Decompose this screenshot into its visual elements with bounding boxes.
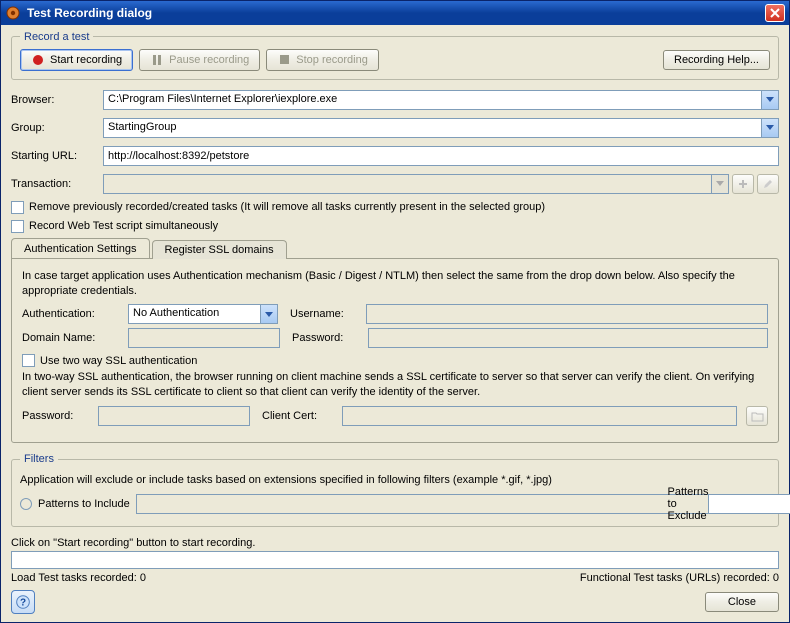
titlebar: Test Recording dialog: [1, 1, 789, 25]
password-input[interactable]: [368, 328, 768, 348]
authentication-label: Authentication:: [22, 308, 122, 320]
password-label: Password:: [292, 332, 362, 344]
remove-tasks-checkbox[interactable]: [11, 201, 24, 214]
folder-icon: [751, 411, 764, 422]
browser-combo[interactable]: C:\Program Files\Internet Explorer\iexpl…: [103, 90, 779, 110]
client-cert-browse-button[interactable]: [746, 406, 768, 426]
username-label: Username:: [290, 308, 360, 320]
stop-icon: [277, 53, 291, 67]
patterns-exclude-label: Patterns to Exclude: [668, 486, 709, 522]
record-web-test-checkbox[interactable]: [11, 220, 24, 233]
ssl-password-input[interactable]: [98, 406, 250, 426]
transaction-edit-button[interactable]: [757, 174, 779, 194]
starting-url-label: Starting URL:: [11, 150, 103, 162]
stop-recording-button[interactable]: Stop recording: [266, 49, 379, 71]
pause-recording-label: Pause recording: [169, 54, 249, 66]
group-label: Group:: [11, 122, 103, 134]
group-combo[interactable]: StartingGroup: [103, 118, 779, 138]
auth-intro: In case target application uses Authenti…: [22, 269, 768, 299]
browser-value: C:\Program Files\Internet Explorer\iexpl…: [104, 91, 761, 109]
tab-register-ssl-domains[interactable]: Register SSL domains: [152, 240, 287, 259]
chevron-down-icon: [265, 312, 273, 317]
transaction-label: Transaction:: [11, 178, 103, 190]
tab-auth-label: Authentication Settings: [24, 243, 137, 255]
plus-icon: [737, 178, 749, 190]
username-input[interactable]: [366, 304, 768, 324]
transaction-dropdown-button[interactable]: [711, 175, 728, 193]
two-way-ssl-description: In two-way SSL authentication, the brows…: [22, 370, 768, 400]
status-hint: Click on "Start recording" button to sta…: [11, 537, 779, 549]
help-icon: ?: [16, 595, 30, 609]
client-cert-label: Client Cert:: [262, 410, 336, 422]
record-a-test-group: Record a test Start recording Pause reco…: [11, 31, 779, 80]
record-legend: Record a test: [20, 31, 93, 43]
window-title: Test Recording dialog: [27, 6, 765, 20]
filters-legend: Filters: [20, 453, 58, 465]
record-icon: [31, 53, 45, 67]
app-icon: [5, 5, 21, 21]
patterns-include-radio[interactable]: [20, 498, 32, 510]
domain-name-input[interactable]: [128, 328, 280, 348]
chevron-down-icon: [716, 181, 724, 186]
authentication-value: No Authentication: [129, 305, 260, 323]
browser-dropdown-button[interactable]: [761, 91, 778, 109]
transaction-combo[interactable]: [103, 174, 729, 194]
filters-description: Application will exclude or include task…: [20, 473, 770, 488]
two-way-ssl-checkbox[interactable]: [22, 354, 35, 367]
transaction-add-button[interactable]: [732, 174, 754, 194]
patterns-include-input[interactable]: [136, 494, 734, 514]
functional-test-stats: Functional Test tasks (URLs) recorded: 0: [580, 572, 779, 584]
chevron-down-icon: [766, 97, 774, 102]
progress-bar: [11, 551, 779, 569]
close-button[interactable]: Close: [705, 592, 779, 612]
stop-recording-label: Stop recording: [296, 54, 368, 66]
start-recording-label: Start recording: [50, 54, 122, 66]
svg-text:?: ?: [20, 598, 26, 609]
domain-name-label: Domain Name:: [22, 332, 122, 344]
authentication-panel: In case target application uses Authenti…: [11, 258, 779, 443]
recording-help-button[interactable]: Recording Help...: [663, 50, 770, 70]
remove-tasks-label: Remove previously recorded/created tasks…: [29, 201, 545, 213]
close-label: Close: [728, 596, 756, 608]
ssl-password-label: Password:: [22, 410, 92, 422]
chevron-down-icon: [766, 125, 774, 130]
start-recording-button[interactable]: Start recording: [20, 49, 133, 71]
authentication-combo[interactable]: No Authentication: [128, 304, 278, 324]
tabs: Authentication Settings Register SSL dom…: [11, 238, 779, 258]
dialog-window: Test Recording dialog Record a test Star…: [0, 0, 790, 623]
group-value: StartingGroup: [104, 119, 761, 137]
starting-url-input[interactable]: [103, 146, 779, 166]
window-close-button[interactable]: [765, 4, 785, 22]
help-button[interactable]: ?: [11, 590, 35, 614]
browser-label: Browser:: [11, 94, 103, 106]
tab-ssl-label: Register SSL domains: [165, 244, 274, 256]
load-test-stats: Load Test tasks recorded: 0: [11, 572, 146, 584]
client-cert-input[interactable]: [342, 406, 737, 426]
recording-help-label: Recording Help...: [674, 54, 759, 66]
pause-icon: [150, 53, 164, 67]
transaction-value: [104, 175, 711, 193]
patterns-include-label: Patterns to Include: [38, 498, 130, 510]
group-dropdown-button[interactable]: [761, 119, 778, 137]
pause-recording-button[interactable]: Pause recording: [139, 49, 260, 71]
dialog-content: Record a test Start recording Pause reco…: [1, 25, 789, 622]
pencil-icon: [762, 178, 774, 190]
two-way-ssl-label: Use two way SSL authentication: [40, 355, 197, 367]
filters-group: Filters Application will exclude or incl…: [11, 453, 779, 527]
patterns-exclude-input[interactable]: [708, 494, 790, 514]
patterns-exclude-radio[interactable]: Patterns to Exclude: [758, 498, 770, 510]
record-web-test-label: Record Web Test script simultaneously: [29, 220, 218, 232]
authentication-dropdown-button[interactable]: [260, 305, 277, 323]
tab-authentication-settings[interactable]: Authentication Settings: [11, 238, 150, 258]
